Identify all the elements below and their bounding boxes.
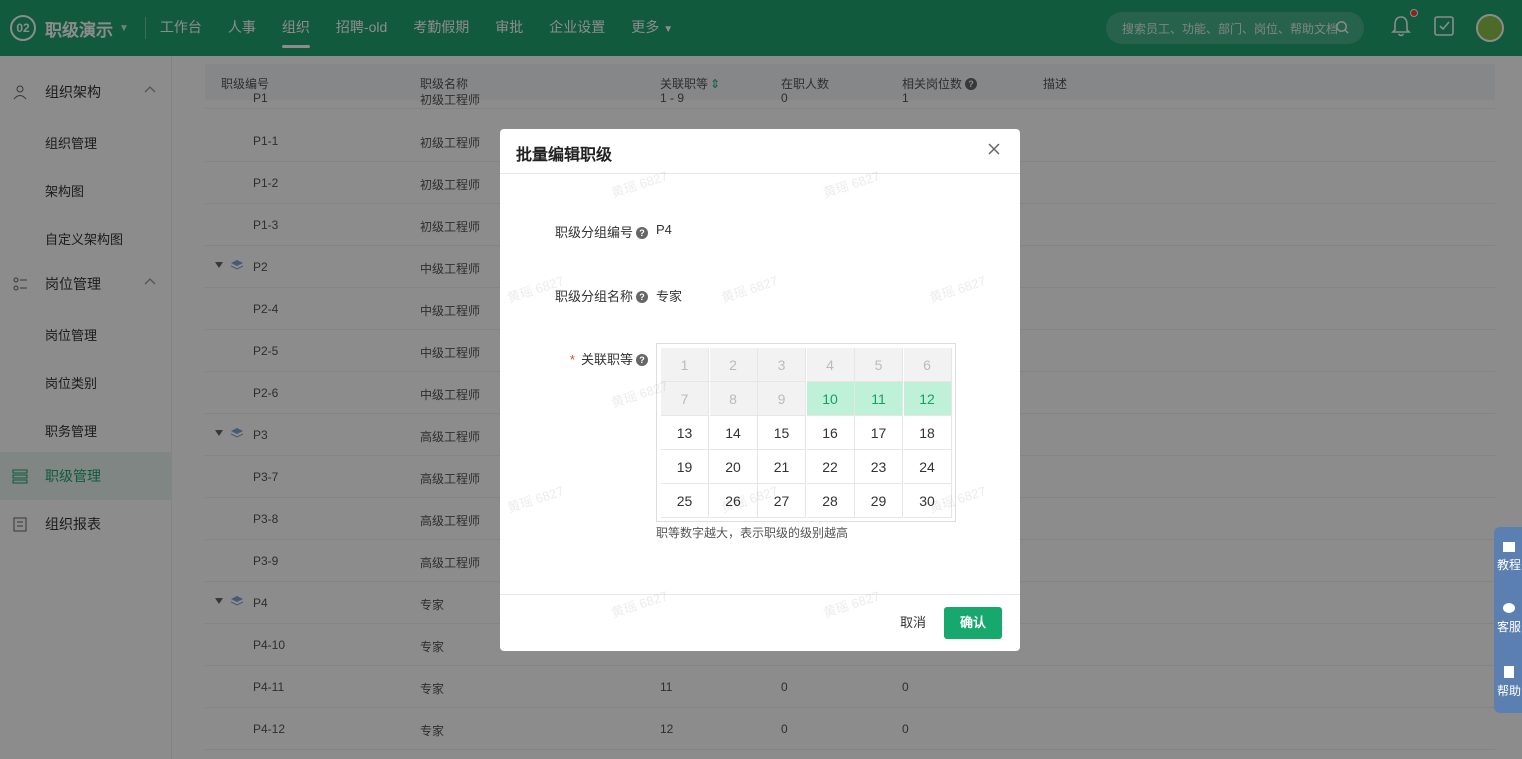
- group-name-label-text: 职级分组名称: [554, 289, 633, 304]
- grade-cell[interactable]: 25: [661, 484, 709, 518]
- grade-cell: 2: [709, 348, 758, 382]
- service-label: 客服: [1497, 620, 1522, 634]
- modal-title: 批量编辑职级: [516, 147, 613, 164]
- grade-cell: 9: [758, 382, 806, 416]
- help-label: 帮助: [1497, 684, 1522, 698]
- document-icon: [1504, 666, 1514, 678]
- grade-grid: 1 2 3 4 5 6 7 8 9 10 11 12 13 14 15 16 17 18 19 20 21 22 23 24 2…: [656, 343, 956, 522]
- grade-hint: 职等数字越大，表示职级的级别越高: [656, 526, 849, 540]
- group-code-label-text: 职级分组编号: [554, 225, 633, 240]
- watermark: 黄瑶 6827: [609, 588, 670, 621]
- grade-cell[interactable]: 19: [661, 450, 709, 484]
- grade-cell: 5: [855, 348, 903, 382]
- grade-cell[interactable]: 21: [758, 450, 806, 484]
- grade-label-text: 关联职等: [580, 352, 633, 367]
- grade-cell[interactable]: 18: [903, 416, 952, 450]
- watermark: 黄瑶 6827: [719, 273, 780, 306]
- grade-cell[interactable]: 23: [855, 450, 903, 484]
- tutorial-label: 教程: [1497, 558, 1522, 572]
- cancel-button[interactable]: 取消: [881, 608, 945, 638]
- grade-cell[interactable]: 12: [903, 382, 952, 416]
- grade-cell[interactable]: 20: [709, 450, 758, 484]
- grade-cell: 8: [709, 382, 758, 416]
- group-code-value: P4: [656, 222, 672, 237]
- modal-footer-divider: [500, 594, 1020, 595]
- group-code-label: 职级分组编号?: [520, 222, 648, 241]
- help-icon[interactable]: ?: [636, 227, 648, 239]
- watermark: 黄瑶 6827: [821, 588, 882, 621]
- watermark: 黄瑶 6827: [927, 273, 988, 306]
- grade-cell[interactable]: 14: [709, 416, 758, 450]
- book-icon: [1503, 542, 1515, 552]
- service-button[interactable]: 客服: [1497, 603, 1522, 635]
- group-name-value: 专家: [656, 289, 683, 304]
- tutorial-button[interactable]: 教程: [1497, 541, 1522, 573]
- help-button[interactable]: 帮助: [1497, 665, 1522, 699]
- help-icon[interactable]: ?: [636, 354, 648, 366]
- grade-cell: 3: [758, 348, 806, 382]
- required-mark: *: [569, 352, 575, 367]
- grade-cell[interactable]: 22: [806, 450, 855, 484]
- floating-toolbar: 教程 客服 帮助: [1494, 527, 1522, 713]
- grade-cell[interactable]: 29: [855, 484, 903, 518]
- modal-divider: [500, 173, 1020, 174]
- grade-cell[interactable]: 24: [903, 450, 952, 484]
- help-icon[interactable]: ?: [636, 291, 648, 303]
- grade-cell: 4: [806, 348, 855, 382]
- grade-cell: 1: [661, 348, 709, 382]
- watermark: 黄瑶 6827: [609, 168, 670, 201]
- grade-cell[interactable]: 15: [758, 416, 806, 450]
- grade-cell[interactable]: 11: [855, 382, 903, 416]
- confirm-button[interactable]: 确认: [944, 607, 1002, 639]
- grade-cell[interactable]: 28: [806, 484, 855, 518]
- grade-cell[interactable]: 17: [855, 416, 903, 450]
- grade-cell[interactable]: 10: [806, 382, 855, 416]
- close-icon[interactable]: [987, 142, 1001, 156]
- watermark: 黄瑶 6827: [505, 483, 566, 516]
- grade-label: * 关联职等?: [520, 349, 648, 368]
- grade-cell[interactable]: 16: [806, 416, 855, 450]
- batch-edit-modal: 批量编辑职级 职级分组编号? P4 职级分组名称? 专家 * 关联职等? 1234…: [500, 129, 1020, 651]
- watermark: 黄瑶 6827: [821, 168, 882, 201]
- grade-cell[interactable]: 13: [661, 416, 709, 450]
- grade-cell: 6: [903, 348, 952, 382]
- chat-icon: [1503, 603, 1515, 613]
